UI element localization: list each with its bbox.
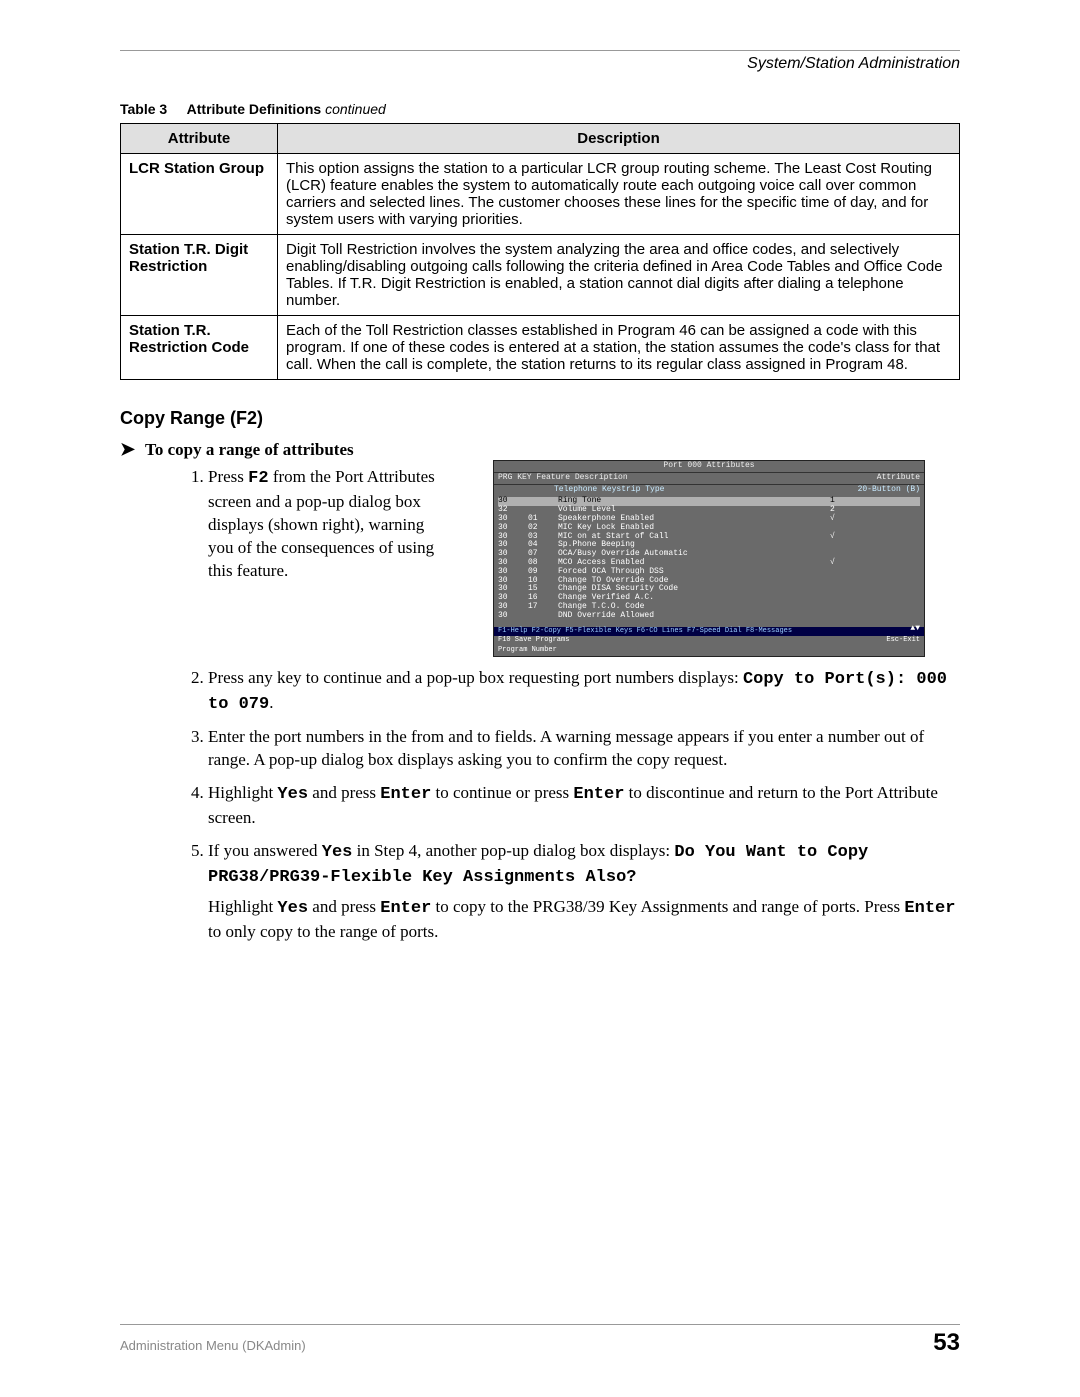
- table-label: Table 3: [120, 101, 167, 117]
- section-name: System/Station Administration: [747, 55, 960, 72]
- term-row: 30 DND Override Allowed: [498, 612, 920, 621]
- page-header: System/Station Administration: [120, 50, 960, 73]
- steps: Press F2 from the Port Attributes screen…: [180, 466, 960, 944]
- attr-desc: Each of the Toll Restriction classes est…: [278, 316, 960, 380]
- s4c: to continue or press: [431, 783, 573, 802]
- s5sc: to copy to the PRG38/39 Key Assignments …: [431, 897, 904, 916]
- procedure-title: ➤ To copy a range of attributes: [120, 439, 960, 460]
- s5-yes: Yes: [322, 843, 353, 862]
- attr-desc: Digit Toll Restriction involves the syst…: [278, 235, 960, 316]
- table-row: Station T.R. Restriction Code Each of th…: [121, 316, 960, 380]
- term-title: Port 000 Attributes: [494, 461, 924, 473]
- s5s-yes: Yes: [277, 899, 308, 918]
- arrow-icon: ➤: [120, 439, 135, 459]
- term-subheader: Telephone Keystrip Type 20-Button (B): [494, 485, 924, 496]
- term-footer-3: Program Number: [494, 646, 924, 656]
- step5-sub: Highlight Yes and press Enter to copy to…: [208, 896, 960, 944]
- col-attribute: Attribute: [121, 124, 278, 154]
- table-caption: Table 3 Attribute Definitions continued: [120, 101, 960, 117]
- term-body: 30 Ring Tone132 Volume Level23001Speaker…: [494, 495, 924, 626]
- terminal-screenshot: Port 000 Attributes PRG KEY Feature Desc…: [493, 460, 925, 657]
- page-number: 53: [933, 1329, 960, 1357]
- section-heading: Copy Range (F2): [120, 408, 960, 429]
- s5sa: Highlight: [208, 897, 277, 916]
- attr-name: Station T.R. Digit Restriction: [121, 235, 278, 316]
- term-foot-right: Esc-Exit: [886, 637, 920, 645]
- step-1: Press F2 from the Port Attributes screen…: [208, 466, 960, 657]
- procedure-title-text: To copy a range of attributes: [145, 440, 354, 459]
- term-foot3: Program Number: [498, 647, 557, 655]
- s4-enter1: Enter: [380, 785, 431, 804]
- col-description: Description: [278, 124, 960, 154]
- step1-text-a: Press: [208, 467, 248, 486]
- table-row: Station T.R. Digit Restriction Digit Tol…: [121, 235, 960, 316]
- s5a: If you answered: [208, 841, 322, 860]
- s4b: and press: [308, 783, 380, 802]
- s4-yes: Yes: [277, 785, 308, 804]
- s5b: in Step 4, another pop-up dialog box dis…: [352, 841, 674, 860]
- term-head-left: PRG KEY Feature Description: [498, 474, 628, 483]
- table-header-row: Attribute Description: [121, 124, 960, 154]
- term-footer-keys: F1-Help F2-Copy F5-Flexible Keys F6-CO L…: [494, 627, 924, 637]
- s4a: Highlight: [208, 783, 277, 802]
- page-footer: Administration Menu (DKAdmin) 53: [120, 1324, 960, 1357]
- table-continued: continued: [325, 101, 386, 117]
- table-title: Attribute Definitions: [187, 101, 325, 117]
- s4-enter2: Enter: [573, 785, 624, 804]
- footer-left: Administration Menu (DKAdmin): [120, 1338, 306, 1353]
- term-head-right: Attribute: [877, 474, 920, 483]
- term-sub-left: Telephone Keystrip Type: [498, 486, 664, 495]
- s5sd: to only copy to the range of ports.: [208, 922, 438, 941]
- attr-name: LCR Station Group: [121, 154, 278, 235]
- document-page: System/Station Administration Table 3 At…: [0, 0, 1080, 1397]
- term-foot-left: F10 Save Programs: [498, 637, 569, 645]
- s5sb: and press: [308, 897, 380, 916]
- attr-desc: This option assigns the station to a par…: [278, 154, 960, 235]
- s5s-enter1: Enter: [380, 899, 431, 918]
- step2-a: Press any key to continue and a pop-up b…: [208, 668, 743, 687]
- step-4: Highlight Yes and press Enter to continu…: [208, 782, 960, 830]
- scroll-arrows-icon: ▲▼: [910, 625, 920, 634]
- step2-b: .: [269, 693, 273, 712]
- step-2: Press any key to continue and a pop-up b…: [208, 667, 960, 717]
- term-header: PRG KEY Feature Description Attribute: [494, 473, 924, 485]
- s5s-enter2: Enter: [904, 899, 955, 918]
- attribute-table: Attribute Description LCR Station Group …: [120, 123, 960, 380]
- key-f2: F2: [248, 469, 268, 488]
- attr-name: Station T.R. Restriction Code: [121, 316, 278, 380]
- step-3: Enter the port numbers in the from and t…: [208, 726, 960, 772]
- term-footer-2: F10 Save Programs Esc-Exit: [494, 636, 924, 646]
- term-sub-right: 20-Button (B): [858, 486, 920, 495]
- step-5: If you answered Yes in Step 4, another p…: [208, 840, 960, 944]
- table-row: LCR Station Group This option assigns th…: [121, 154, 960, 235]
